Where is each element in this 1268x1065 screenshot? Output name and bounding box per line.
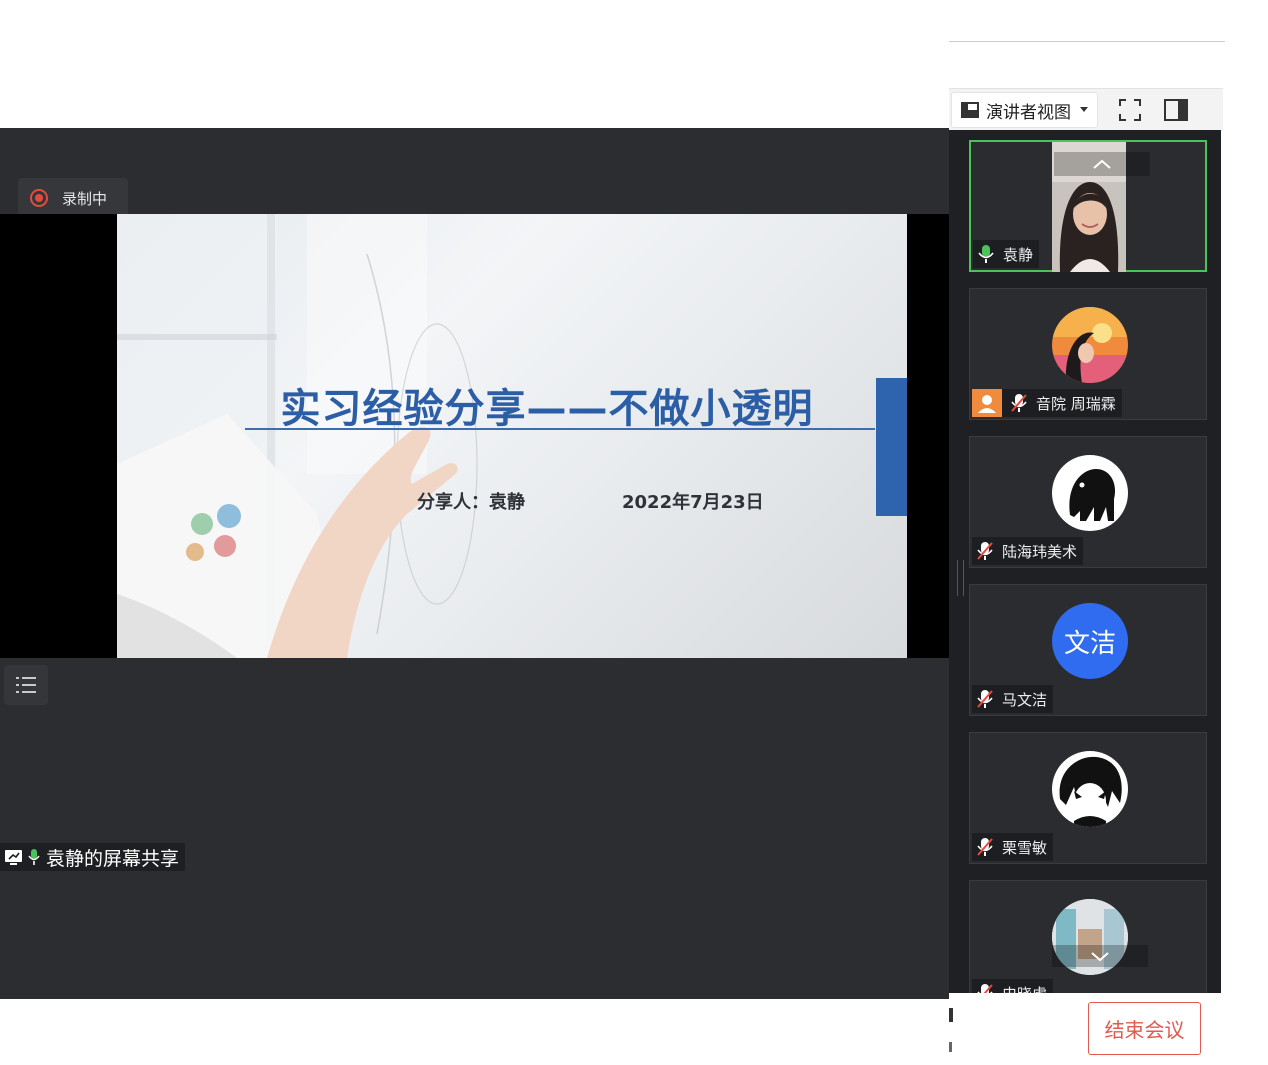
participant-avatar	[1052, 751, 1128, 827]
screen-share-label: 袁静的屏幕共享	[0, 843, 186, 871]
avatar-anime-image	[1059, 756, 1122, 827]
recording-label: 录制中	[62, 189, 108, 208]
chevron-up-icon	[1093, 159, 1111, 169]
recording-indicator[interactable]: 录制中	[18, 178, 128, 218]
shared-slide: 实习经验分享——不做小透明 分享人：袁静 2022年7月23日	[117, 214, 907, 658]
top-divider	[949, 41, 1225, 42]
participant-name-tag: 音院 周瑞霖	[972, 389, 1122, 417]
scroll-down-button[interactable]	[1052, 945, 1148, 967]
participant-name-tag: 陆海玮美术	[972, 537, 1084, 565]
host-icon	[972, 389, 1002, 417]
participant-name: 史晓虎	[1002, 983, 1047, 994]
screen-share-text: 袁静的屏幕共享	[46, 847, 180, 870]
participant-name-tag: 史晓虎	[972, 979, 1054, 994]
mic-on-icon	[978, 245, 994, 263]
slide-accent-bar	[876, 378, 907, 516]
caret-down-icon	[1080, 107, 1088, 112]
participant-name: 音院 周瑞霖	[1036, 394, 1116, 413]
participant-name-tag: 袁静	[973, 240, 1040, 268]
participant-tile[interactable]: 栗雪敏	[969, 732, 1207, 864]
view-toolbar: 演讲者视图	[949, 88, 1223, 131]
chevron-down-icon	[1091, 952, 1109, 962]
screen-share-icon	[5, 850, 22, 865]
participant-name: 马文洁	[1002, 690, 1048, 709]
fullscreen-button[interactable]	[1110, 93, 1150, 127]
list-icon	[16, 677, 36, 693]
mic-on-icon	[28, 849, 40, 865]
slide-title-underline	[245, 428, 875, 430]
participant-tile-active[interactable]: 袁静	[969, 140, 1207, 272]
participant-name: 栗雪敏	[1002, 838, 1048, 857]
slide-date: 2022年7月23日	[622, 492, 764, 513]
participant-tile[interactable]: 史晓虎	[969, 880, 1207, 993]
participant-name: 陆海玮美术	[1002, 542, 1078, 561]
avatar-initials: 文洁	[1063, 628, 1116, 659]
layout-icon	[961, 102, 979, 118]
end-meeting-button[interactable]: 结束会议	[1088, 1002, 1201, 1055]
slide-background-illustration	[117, 214, 478, 658]
avatar-sunset-image	[1052, 307, 1128, 383]
participant-tile[interactable]: 陆海玮美术	[969, 436, 1207, 568]
participant-avatar	[1052, 307, 1128, 383]
mic-muted-icon	[977, 838, 993, 856]
participant-panel[interactable]: 袁静 音院 周瑞霖 陆海玮美术 文洁 马文洁 栗雪敏	[949, 130, 1221, 993]
mic-muted-icon	[1011, 394, 1027, 412]
fullscreen-icon	[1119, 99, 1141, 121]
avatar-creature-image	[1069, 469, 1116, 521]
participant-list-button[interactable]	[4, 665, 48, 705]
slide-presenter: 分享人：袁静	[417, 492, 525, 513]
toggle-side-panel-button[interactable]	[1156, 93, 1196, 127]
participant-avatar	[1052, 455, 1128, 531]
panel-resize-handle[interactable]	[957, 560, 964, 596]
view-mode-dropdown[interactable]: 演讲者视图	[951, 92, 1098, 128]
scroll-up-button[interactable]	[1054, 152, 1150, 176]
clipped-edge-glyph	[949, 1008, 953, 1052]
mic-muted-icon	[977, 690, 993, 708]
participant-name-tag: 马文洁	[972, 685, 1054, 713]
view-mode-label: 演讲者视图	[986, 102, 1071, 123]
participant-tile[interactable]: 音院 周瑞霖	[969, 288, 1207, 420]
participant-tile[interactable]: 文洁 马文洁	[969, 584, 1207, 716]
mic-muted-icon	[977, 984, 993, 993]
slide-title: 实习经验分享——不做小透明	[280, 386, 814, 432]
participant-avatar: 文洁	[1052, 603, 1128, 679]
participant-name-tag: 栗雪敏	[972, 833, 1054, 861]
mic-muted-icon	[977, 542, 993, 560]
side-panel-icon	[1164, 99, 1188, 121]
participant-name: 袁静	[1003, 245, 1034, 264]
record-icon	[30, 189, 48, 207]
